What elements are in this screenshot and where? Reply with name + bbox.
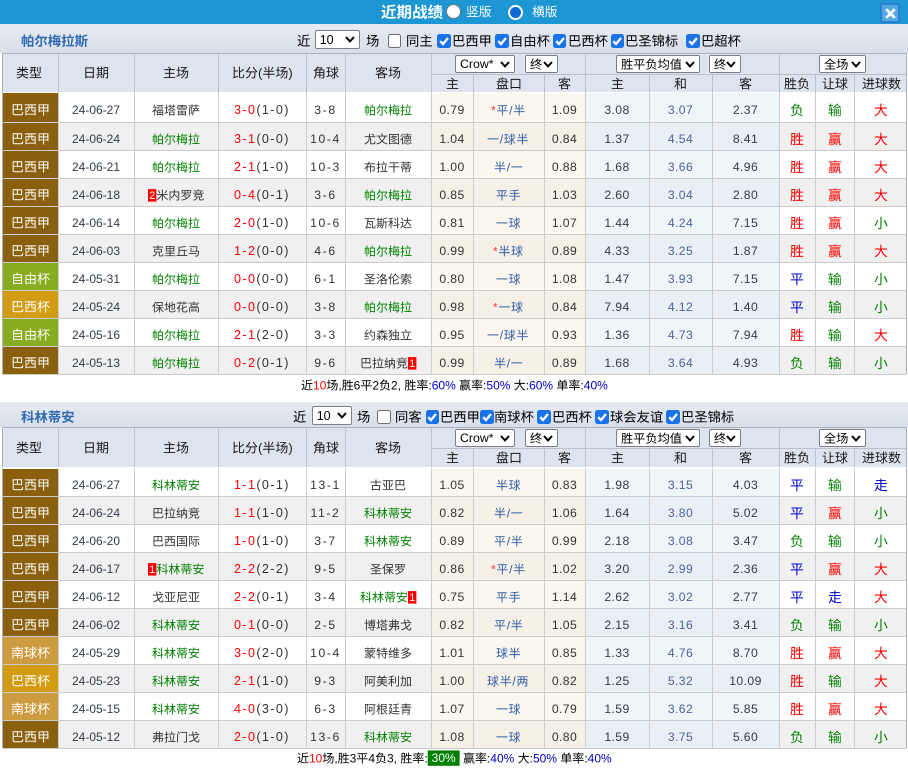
svg-text:/: / <box>509 562 513 576</box>
svg-text:(2-2): (2-2) <box>256 562 289 576</box>
svg-text:,: , <box>334 751 337 765</box>
svg-text:2-1: 2-1 <box>234 674 256 688</box>
svg-text:60%: 60% <box>431 378 455 392</box>
svg-text:6: 6 <box>353 378 360 392</box>
svg-text:2-1: 2-1 <box>234 328 256 342</box>
svg-text:4-0: 4-0 <box>234 702 256 716</box>
svg-text:3-0: 3-0 <box>234 103 256 117</box>
svg-text:(0-0): (0-0) <box>256 300 289 314</box>
svg-text:10: 10 <box>313 378 327 392</box>
svg-text:(2-0): (2-0) <box>256 328 289 342</box>
svg-text::: : <box>584 751 587 765</box>
svg-text:3,: 3, <box>387 751 397 765</box>
svg-text:/: / <box>506 160 510 174</box>
svg-text:*: * <box>491 103 496 117</box>
svg-text:2-2: 2-2 <box>234 590 256 604</box>
svg-text:1: 1 <box>149 563 155 575</box>
svg-text:0-2: 0-2 <box>234 356 256 370</box>
svg-text:(1-0): (1-0) <box>256 730 289 744</box>
svg-text:1-0: 1-0 <box>234 534 256 548</box>
svg-text:3-0: 3-0 <box>234 646 256 660</box>
svg-text:/: / <box>506 618 510 632</box>
svg-text:(1-0): (1-0) <box>256 160 289 174</box>
svg-text:2-1: 2-1 <box>234 160 256 174</box>
svg-text:50%: 50% <box>533 751 557 765</box>
svg-text:3: 3 <box>349 751 356 765</box>
svg-text::: : <box>428 378 431 392</box>
svg-text:2-0: 2-0 <box>234 216 256 230</box>
svg-text:4: 4 <box>368 751 375 765</box>
svg-text:*: * <box>491 562 496 576</box>
svg-text:/: / <box>506 534 510 548</box>
svg-text:2-0: 2-0 <box>234 730 256 744</box>
svg-text:/: / <box>513 674 517 688</box>
svg-text:3-1: 3-1 <box>234 132 256 146</box>
svg-text:40%: 40% <box>583 378 607 392</box>
svg-text:1: 1 <box>409 357 415 369</box>
svg-text:(0-0): (0-0) <box>256 244 289 258</box>
svg-text:*: * <box>493 300 498 314</box>
svg-text:): ) <box>288 440 292 455</box>
svg-text:60%: 60% <box>529 378 553 392</box>
svg-text:0-1: 0-1 <box>234 618 256 632</box>
svg-text:/: / <box>506 506 510 520</box>
svg-text::: : <box>483 378 486 392</box>
svg-text::: : <box>487 751 490 765</box>
svg-text:): ) <box>288 65 292 80</box>
svg-text:(0-0): (0-0) <box>256 132 289 146</box>
svg-text:(1-0): (1-0) <box>256 534 289 548</box>
svg-text:40%: 40% <box>587 751 611 765</box>
svg-text:(0-1): (0-1) <box>256 188 289 202</box>
svg-text:30%: 30% <box>431 750 455 764</box>
svg-text:(0-0): (0-0) <box>256 272 289 286</box>
svg-text:0-0: 0-0 <box>234 300 256 314</box>
svg-text:10: 10 <box>309 751 323 765</box>
svg-text:1-1: 1-1 <box>234 478 256 492</box>
svg-text:(1-0): (1-0) <box>256 506 289 520</box>
svg-text:1-1: 1-1 <box>234 506 256 520</box>
svg-text:,: , <box>338 378 341 392</box>
svg-text:1: 1 <box>409 591 415 603</box>
svg-text:(3-0): (3-0) <box>256 702 289 716</box>
svg-text:(0-1): (0-1) <box>256 590 289 604</box>
svg-text:(0-1): (0-1) <box>256 356 289 370</box>
svg-text:(: ( <box>258 65 263 80</box>
svg-text:(0-0): (0-0) <box>256 618 289 632</box>
svg-text:(2-0): (2-0) <box>256 646 289 660</box>
svg-text::: : <box>525 378 528 392</box>
svg-text:1-2: 1-2 <box>234 244 256 258</box>
svg-text:2: 2 <box>149 189 155 201</box>
svg-text:2,: 2, <box>391 378 401 392</box>
svg-text:/: / <box>500 328 504 342</box>
svg-text:0-0: 0-0 <box>234 272 256 286</box>
svg-text:(1-0): (1-0) <box>256 674 289 688</box>
svg-text:(0-1): (0-1) <box>256 478 289 492</box>
svg-text::: : <box>529 751 532 765</box>
svg-text:2-2: 2-2 <box>234 562 256 576</box>
svg-text:/: / <box>509 103 513 117</box>
svg-text::: : <box>580 378 583 392</box>
svg-text::: : <box>424 751 427 765</box>
svg-text:40%: 40% <box>490 751 514 765</box>
svg-text:*: * <box>493 244 498 258</box>
svg-text:/: / <box>506 356 510 370</box>
svg-text:0-4: 0-4 <box>234 188 256 202</box>
svg-text:(1-0): (1-0) <box>256 216 289 230</box>
svg-text:50%: 50% <box>486 378 510 392</box>
svg-text:/: / <box>500 132 504 146</box>
svg-text:(1-0): (1-0) <box>256 103 289 117</box>
svg-text:2: 2 <box>372 378 379 392</box>
svg-text:(: ( <box>258 440 263 455</box>
